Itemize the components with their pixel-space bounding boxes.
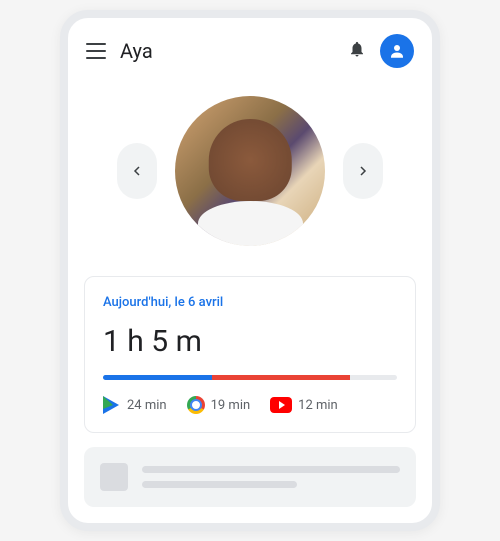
youtube-icon xyxy=(270,397,292,413)
next-child-button[interactable] xyxy=(343,143,383,199)
app-item-chrome[interactable]: 19 min xyxy=(187,396,251,414)
page-title: Aya xyxy=(120,39,334,63)
account-avatar-button[interactable] xyxy=(380,34,414,68)
app-time-play: 24 min xyxy=(127,398,167,413)
child-profile-photo[interactable] xyxy=(175,96,325,246)
app-time-youtube: 12 min xyxy=(298,398,338,413)
app-time-chrome: 19 min xyxy=(211,398,251,413)
play-store-icon xyxy=(103,396,121,414)
usage-segment-youtube xyxy=(297,375,350,380)
screen-time-card[interactable]: Aujourd'hui, le 6 avril 1 h 5 m 24 min 1… xyxy=(84,276,416,433)
date-label: Aujourd'hui, le 6 avril xyxy=(103,295,397,310)
menu-icon[interactable] xyxy=(86,43,106,59)
skeleton-lines xyxy=(142,466,400,488)
skeleton-line xyxy=(142,466,400,473)
loading-card-placeholder xyxy=(84,447,416,507)
total-screen-time: 1 h 5 m xyxy=(103,324,397,359)
usage-segment-chrome xyxy=(212,375,297,380)
skeleton-icon xyxy=(100,463,128,491)
app-list: 24 min 19 min 12 min xyxy=(103,396,397,414)
usage-bar xyxy=(103,375,397,380)
skeleton-line xyxy=(142,481,297,488)
child-carousel xyxy=(68,76,432,276)
prev-child-button[interactable] xyxy=(117,143,157,199)
app-item-play[interactable]: 24 min xyxy=(103,396,167,414)
notifications-icon[interactable] xyxy=(348,40,366,62)
phone-frame: Aya Aujourd'hui, le 6 avril 1 h xyxy=(60,10,440,531)
chrome-icon xyxy=(187,396,205,414)
app-item-youtube[interactable]: 12 min xyxy=(270,396,338,414)
usage-segment-play xyxy=(103,375,212,380)
app-header: Aya xyxy=(68,18,432,76)
